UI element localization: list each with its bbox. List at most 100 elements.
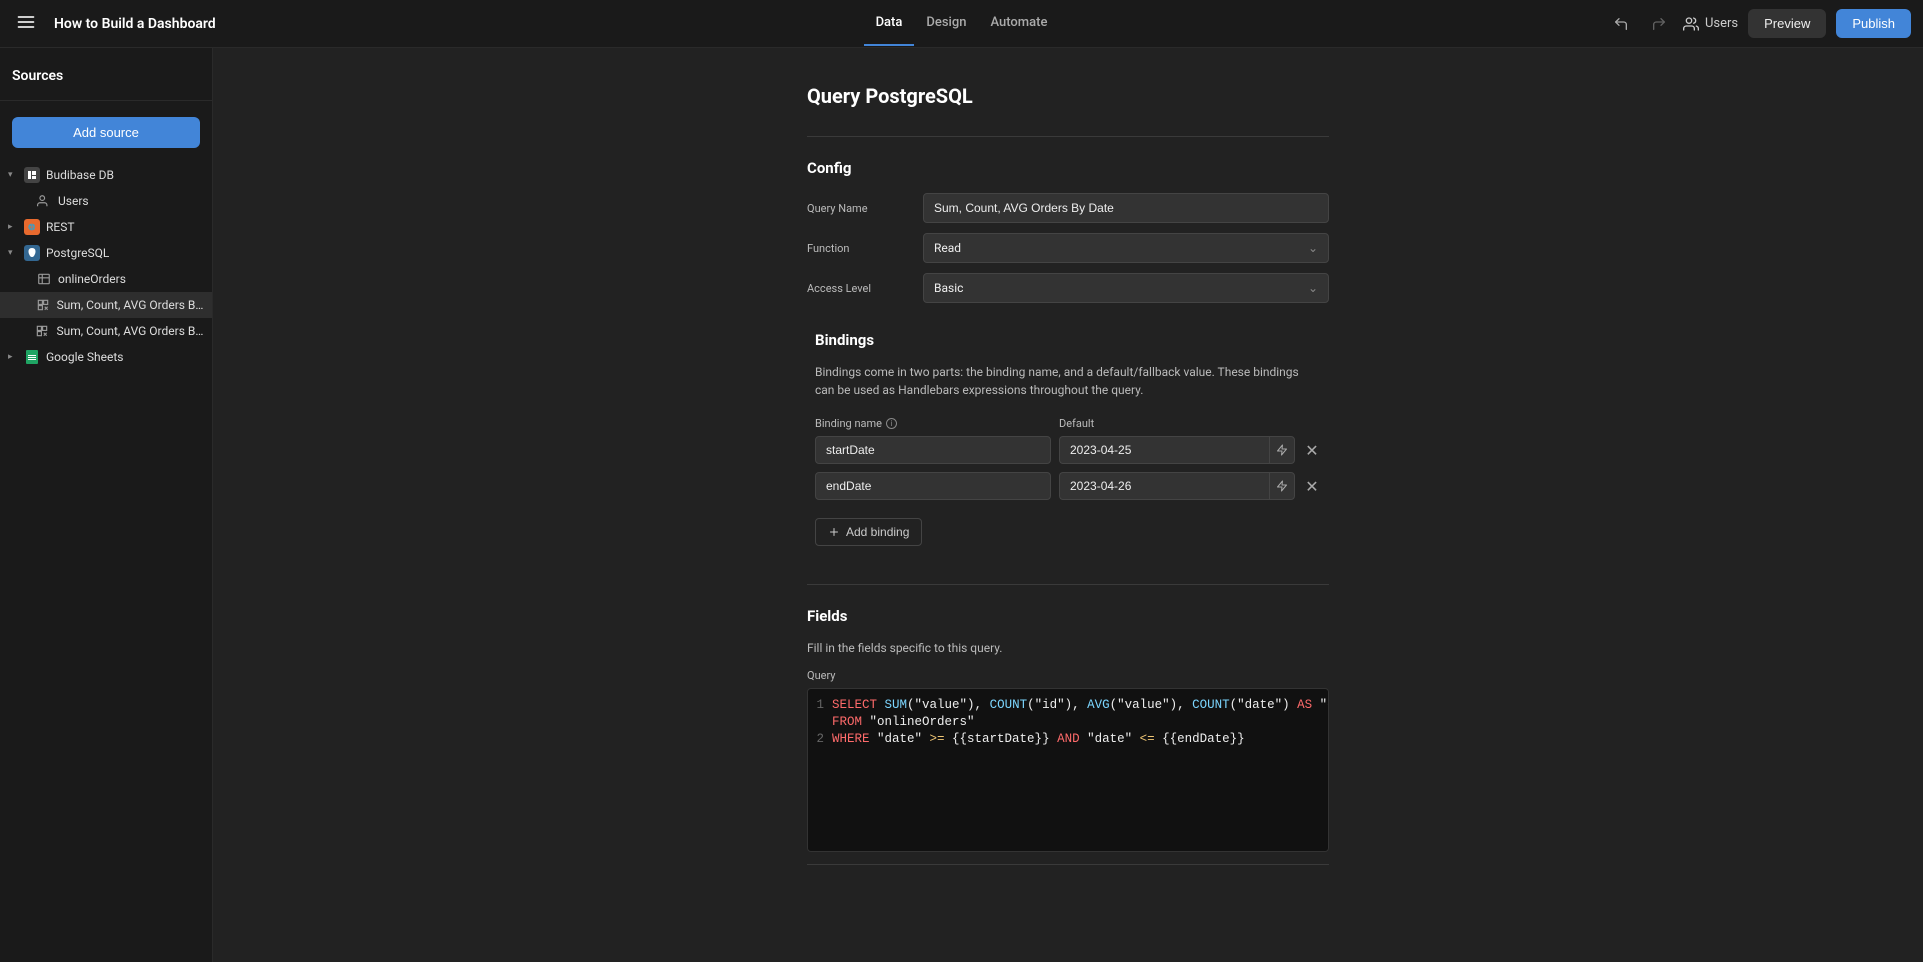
tree-item-users[interactable]: · Users (0, 188, 212, 214)
tree-label: REST (46, 220, 75, 234)
tree-item-rest[interactable]: ▸ 🌐 REST (0, 214, 212, 240)
tab-automate[interactable]: Automate (978, 1, 1059, 46)
binding-row: ✕ (815, 436, 1321, 464)
users-icon (36, 193, 52, 209)
fields-section: Fields Fill in the fields specific to th… (807, 584, 1329, 865)
binding-default-input[interactable] (1059, 472, 1269, 500)
fields-heading: Fields (807, 607, 1329, 625)
line-number: 1 (808, 697, 832, 714)
section-divider (807, 584, 1329, 585)
function-value: Read (934, 241, 961, 255)
caret-right-icon: ▸ (8, 222, 18, 232)
google-sheets-icon (24, 349, 40, 365)
tree-label: onlineOrders (58, 272, 126, 286)
close-icon[interactable]: ✕ (1303, 441, 1321, 460)
section-divider (807, 864, 1329, 865)
header-right: Users Preview Publish (1059, 9, 1911, 38)
preview-button[interactable]: Preview (1748, 9, 1826, 38)
caret-down-icon: ▾ (8, 248, 18, 258)
header-left: How to Build a Dashboard (12, 8, 864, 40)
tree-item-sum-count-avg-2[interactable]: · Sum, Count, AVG Orders By Dat… (0, 318, 212, 344)
lightning-icon[interactable] (1269, 472, 1295, 500)
config-label-access-level: Access Level (807, 282, 923, 295)
info-icon[interactable]: i (886, 418, 897, 429)
binding-default-input[interactable] (1059, 436, 1269, 464)
add-binding-button[interactable]: Add binding (815, 518, 922, 546)
redo-icon[interactable] (1645, 10, 1673, 38)
access-level-select[interactable]: Basic ⌄ (923, 273, 1329, 303)
config-row-access-level: Access Level Basic ⌄ (807, 273, 1329, 303)
binding-row: ✕ (815, 472, 1321, 500)
sql-editor[interactable]: 1 SELECT SUM("value"), COUNT("id"), AVG(… (807, 688, 1329, 852)
close-icon[interactable]: ✕ (1303, 477, 1321, 496)
tree-label: Users (58, 194, 89, 208)
add-binding-label: Add binding (846, 525, 909, 539)
bindings-heading: Bindings (815, 331, 1329, 349)
lightning-icon[interactable] (1269, 436, 1295, 464)
query-icon (35, 297, 51, 313)
code-line: FROM "onlineOrders" (832, 714, 1328, 731)
sidebar: Sources Add source ▾ Budibase DB · Users… (0, 48, 213, 962)
header-tabs: Data Design Automate (864, 1, 1060, 46)
binding-name-header: Binding name i (815, 417, 1051, 430)
page-title: Query PostgreSQL (807, 84, 1329, 108)
sidebar-title: Sources (0, 48, 212, 100)
caret-right-icon: ▸ (8, 352, 18, 362)
binding-name-input[interactable] (815, 472, 1051, 500)
tree-item-postgresql[interactable]: ▾ PostgreSQL (0, 240, 212, 266)
fields-description: Fill in the fields specific to this quer… (807, 641, 1329, 655)
bindings-header-row: Binding name i Default (815, 417, 1321, 430)
tab-design[interactable]: Design (914, 1, 978, 46)
chevron-down-icon: ⌄ (1308, 241, 1318, 255)
header-users[interactable]: Users (1683, 16, 1738, 32)
postgresql-icon (24, 245, 40, 261)
config-heading: Config (807, 159, 1329, 177)
tree-item-google-sheets[interactable]: ▸ Google Sheets (0, 344, 212, 370)
code-line: SELECT SUM("value"), COUNT("id"), AVG("v… (832, 697, 1329, 714)
table-icon (36, 271, 52, 287)
sidebar-divider (0, 100, 212, 101)
app-header: How to Build a Dashboard Data Design Aut… (0, 0, 1923, 48)
line-number (808, 714, 832, 731)
budibase-icon (24, 167, 40, 183)
tree-label: Sum, Count, AVG Orders By Date (57, 298, 204, 312)
app-title: How to Build a Dashboard (54, 16, 216, 32)
query-label: Query (807, 669, 1329, 682)
access-level-value: Basic (934, 281, 963, 295)
query-icon (34, 323, 50, 339)
caret-down-icon: ▾ (8, 170, 18, 180)
binding-name-input[interactable] (815, 436, 1051, 464)
function-select[interactable]: Read ⌄ (923, 233, 1329, 263)
tree-label: Sum, Count, AVG Orders By Dat… (56, 324, 204, 338)
binding-name-header-text: Binding name (815, 417, 882, 430)
header-users-label: Users (1705, 16, 1738, 31)
main-inner: Query PostgreSQL Config Query Name Funct… (807, 48, 1329, 905)
add-source-button[interactable]: Add source (12, 117, 200, 148)
binding-default-wrap (1059, 436, 1295, 464)
publish-button[interactable]: Publish (1836, 9, 1911, 38)
bindings-description: Bindings come in two parts: the binding … (815, 363, 1321, 399)
source-tree: ▾ Budibase DB · Users ▸ 🌐 REST ▾ (0, 162, 212, 962)
tree-item-sum-count-avg-1[interactable]: · Sum, Count, AVG Orders By Date (0, 292, 212, 318)
config-row-query-name: Query Name (807, 193, 1329, 223)
tree-label: Budibase DB (46, 168, 114, 182)
line-number: 2 (808, 731, 832, 748)
chevron-down-icon: ⌄ (1308, 281, 1318, 295)
code-line: WHERE "date" >= {{startDate}} AND "date"… (832, 731, 1328, 748)
query-name-input[interactable] (923, 193, 1329, 223)
config-row-function: Function Read ⌄ (807, 233, 1329, 263)
tab-data[interactable]: Data (864, 1, 915, 46)
binding-default-wrap (1059, 472, 1295, 500)
tree-label: PostgreSQL (46, 246, 109, 260)
config-label-function: Function (807, 242, 923, 255)
rest-icon: 🌐 (24, 219, 40, 235)
binding-default-header: Default (1059, 417, 1094, 430)
undo-icon[interactable] (1607, 10, 1635, 38)
main-content: Query PostgreSQL Config Query Name Funct… (213, 48, 1923, 962)
tree-item-onlineorders[interactable]: · onlineOrders (0, 266, 212, 292)
bindings-section: Bindings Bindings come in two parts: the… (807, 331, 1329, 546)
tree-item-budibase[interactable]: ▾ Budibase DB (0, 162, 212, 188)
menu-icon[interactable] (12, 8, 40, 40)
config-label-query-name: Query Name (807, 202, 923, 215)
tree-label: Google Sheets (46, 350, 123, 364)
